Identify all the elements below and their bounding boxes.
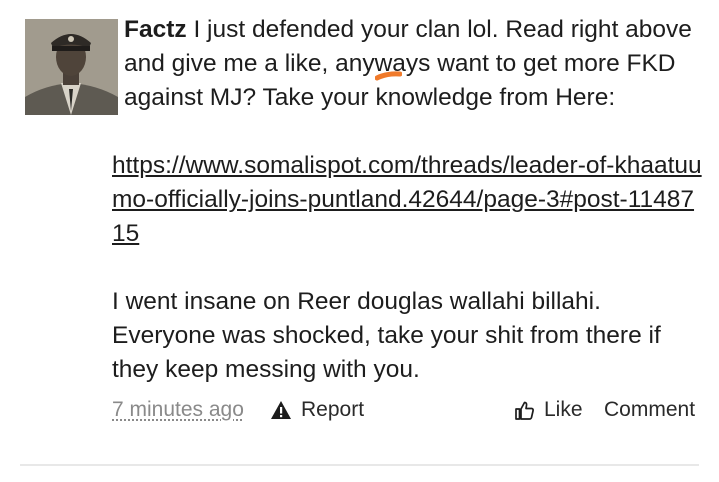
- post-body: I went insane on Reer douglas wallahi bi…: [112, 288, 661, 383]
- user-avatar[interactable]: [25, 19, 118, 115]
- warning-triangle-icon: [271, 401, 291, 419]
- highlight-mark: [375, 71, 402, 81]
- report-button[interactable]: Report: [270, 398, 364, 422]
- comment-button[interactable]: Comment: [604, 398, 695, 422]
- thumbs-up-icon: [515, 401, 534, 420]
- post-intro-text: I just defended your clan lol. Read righ…: [124, 16, 692, 111]
- like-button[interactable]: Like: [514, 398, 583, 422]
- thread-link[interactable]: https://www.somalispot.com/threads/leade…: [112, 152, 702, 247]
- post-footer: 7 minutes ago Report Like Comment: [112, 396, 701, 428]
- username-link[interactable]: Factz: [124, 16, 187, 43]
- post-link-paragraph: https://www.somalispot.com/threads/leade…: [112, 149, 702, 251]
- like-label: Like: [544, 398, 583, 421]
- post-intro: Factz I just defended your clan lol. Rea…: [124, 13, 709, 115]
- post-divider: [20, 464, 699, 466]
- report-label: Report: [301, 398, 365, 421]
- post-timestamp[interactable]: 7 minutes ago: [112, 398, 244, 422]
